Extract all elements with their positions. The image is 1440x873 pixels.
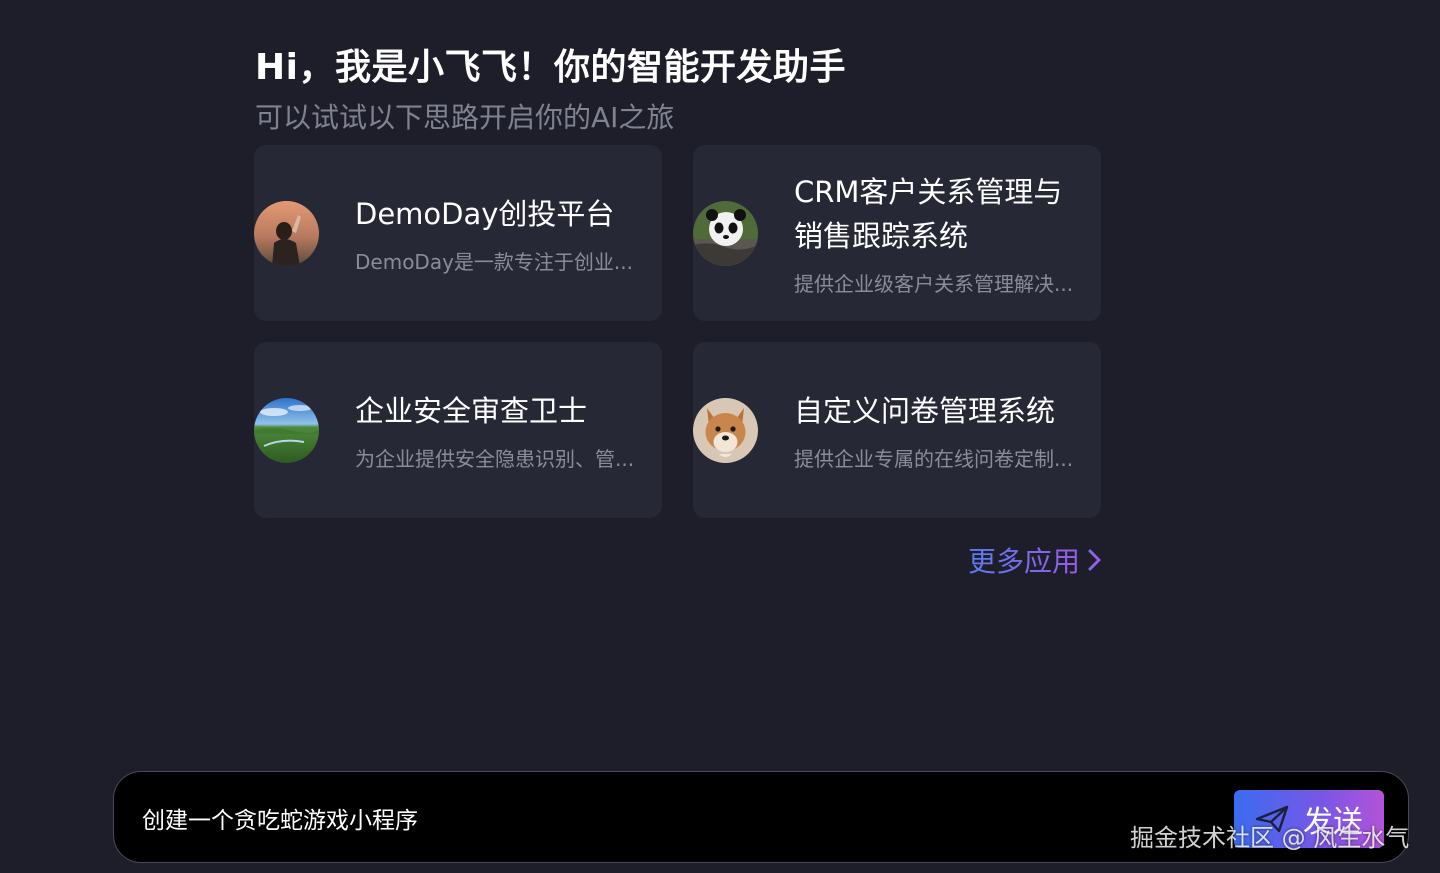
- greeting-subtitle: 可以试试以下思路开启你的AI之旅: [255, 101, 675, 134]
- app-card-text: 自定义问卷管理系统 提供企业专属的在线问卷定制...: [794, 389, 1089, 472]
- person-photo-avatar: [254, 200, 319, 266]
- app-card-description: 为企业提供安全隐患识别、管...: [355, 446, 635, 471]
- app-home-page: Hi，我是小飞飞！你的智能开发助手 可以试试以下思路开启你的AI之旅 DemoD…: [0, 0, 1440, 873]
- watermark-text: 掘金技术社区 @ 风生水气: [1130, 824, 1410, 852]
- app-card-text: CRM客户关系管理与销售跟踪系统 提供企业级客户关系管理解决...: [794, 170, 1089, 297]
- app-card-title: 企业安全审查卫士: [355, 393, 588, 428]
- app-card-text: DemoDay创投平台 DemoDay是一款专注于创业...: [355, 192, 650, 275]
- app-card-demoday[interactable]: DemoDay创投平台 DemoDay是一款专注于创业...: [254, 145, 662, 321]
- shiba-dog-photo-avatar: [693, 397, 758, 463]
- prompt-input[interactable]: [142, 800, 1222, 836]
- app-card-title: DemoDay创投平台: [355, 196, 615, 231]
- landscape-photo-avatar: [254, 397, 319, 463]
- app-card-survey[interactable]: 自定义问卷管理系统 提供企业专属的在线问卷定制...: [693, 342, 1101, 518]
- app-card-description: 提供企业级客户关系管理解决...: [794, 271, 1074, 296]
- more-apps-link[interactable]: 更多应用: [968, 540, 1104, 580]
- app-card-security[interactable]: 企业安全审查卫士 为企业提供安全隐患识别、管...: [254, 342, 662, 518]
- app-suggestion-grid: DemoDay创投平台 DemoDay是一款专注于创业... CRM客户关系管理…: [254, 145, 1102, 519]
- more-apps-label: 更多应用: [968, 540, 1080, 580]
- panda-photo-avatar: [693, 200, 758, 266]
- chevron-right-icon: [1088, 549, 1101, 571]
- app-card-description: 提供企业专属的在线问卷定制...: [794, 446, 1074, 471]
- app-card-crm[interactable]: CRM客户关系管理与销售跟踪系统 提供企业级客户关系管理解决...: [693, 145, 1101, 321]
- greeting-title: Hi，我是小飞飞！你的智能开发助手: [255, 47, 846, 88]
- app-card-title: CRM客户关系管理与销售跟踪系统: [794, 174, 1063, 253]
- app-card-text: 企业安全审查卫士 为企业提供安全隐患识别、管...: [355, 389, 650, 472]
- app-card-description: DemoDay是一款专注于创业...: [355, 249, 633, 274]
- app-card-title: 自定义问卷管理系统: [794, 393, 1056, 428]
